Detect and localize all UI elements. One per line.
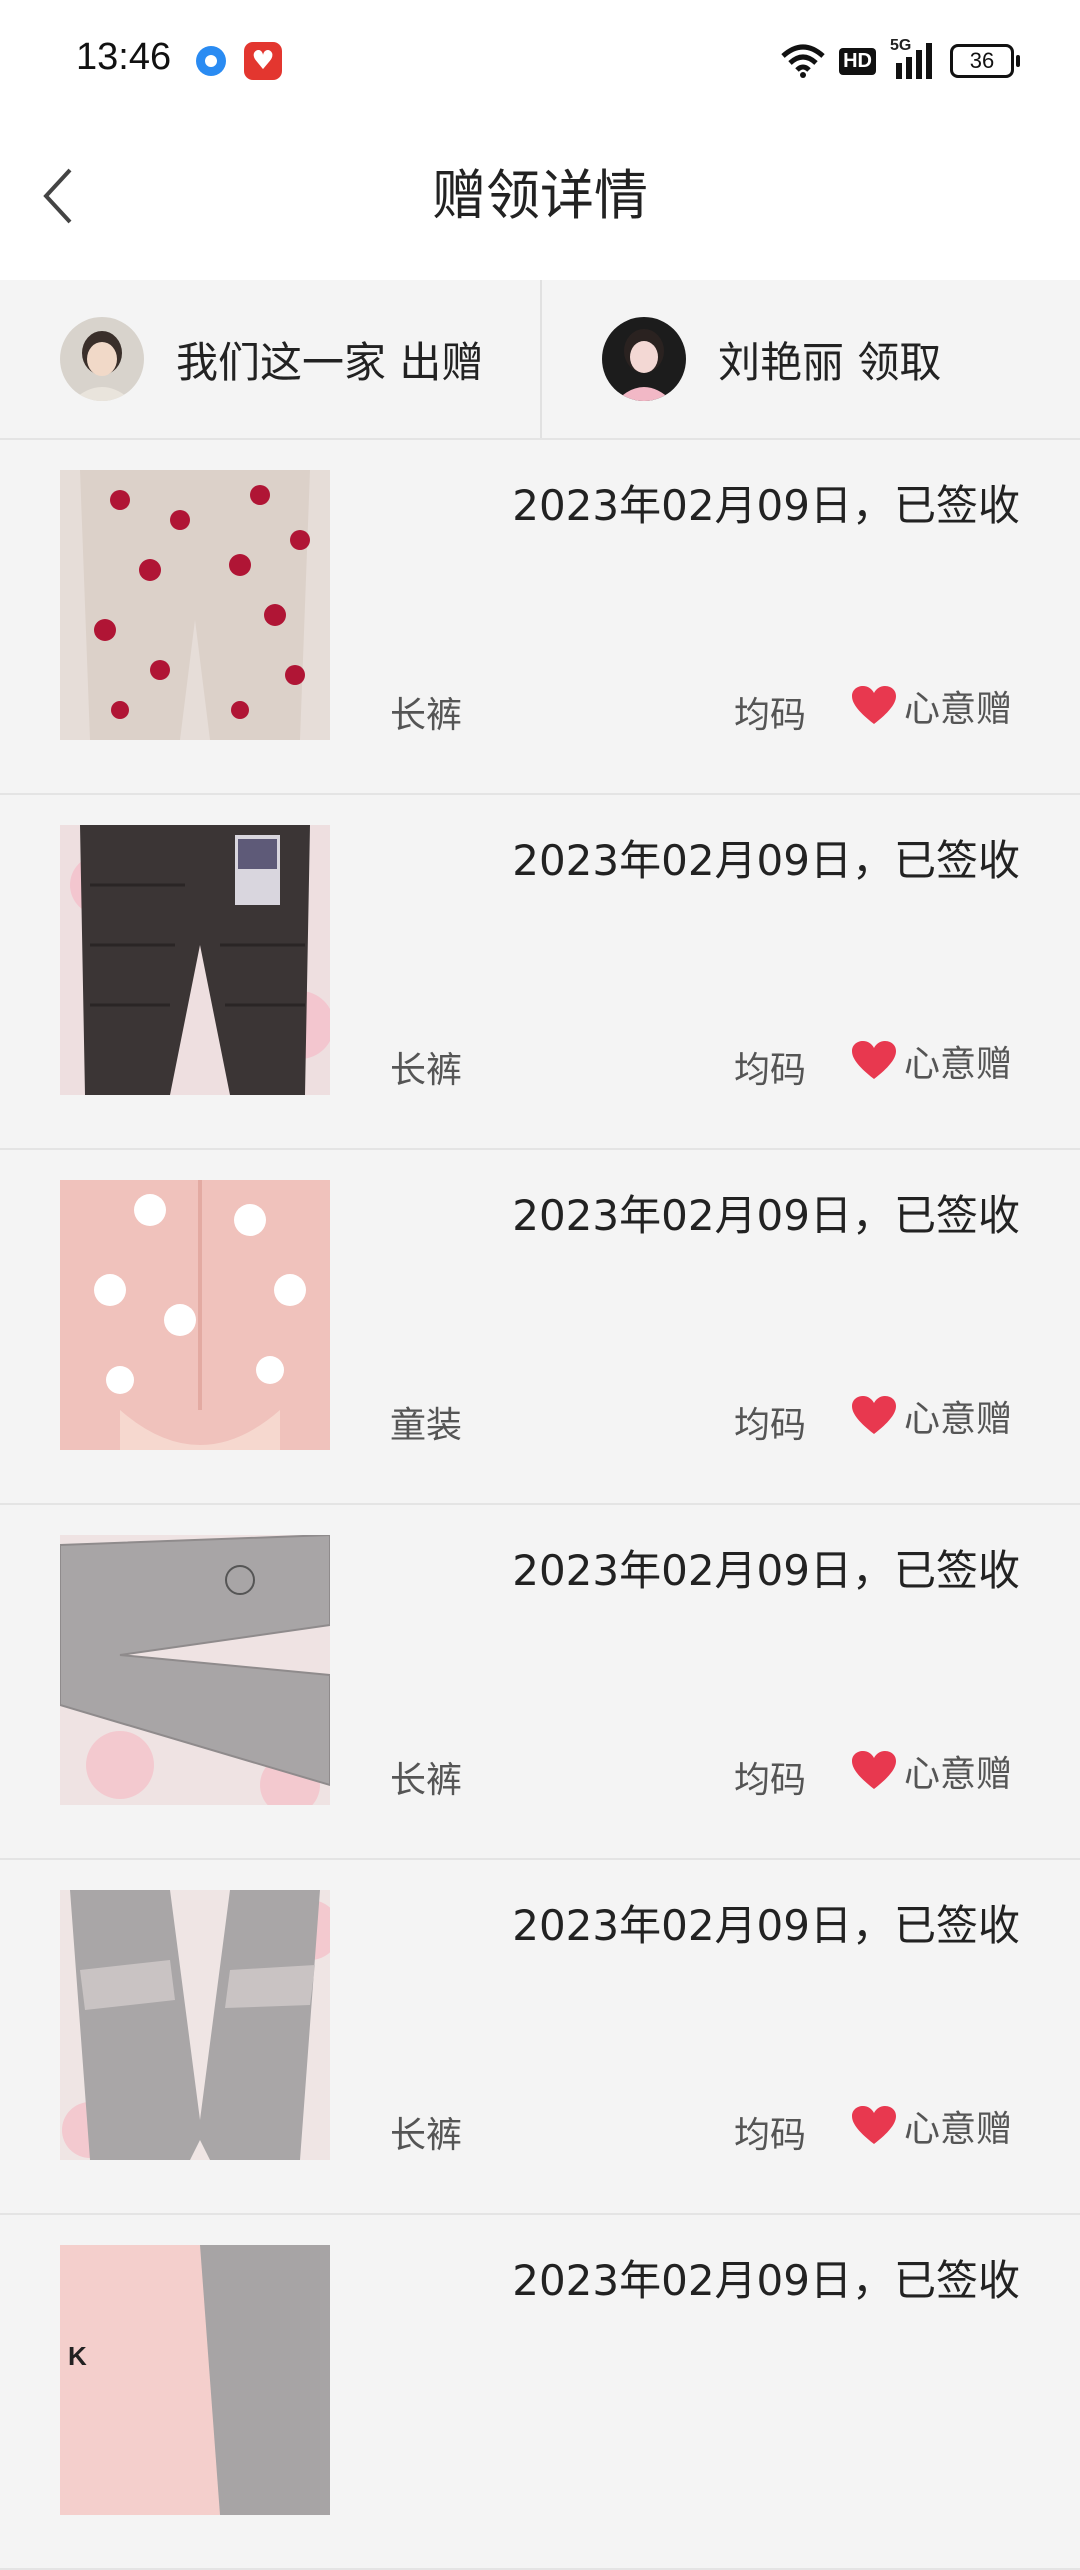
gift-image <box>60 1890 330 2160</box>
gift-size: 均码 <box>734 695 807 736</box>
heart-icon <box>852 1041 896 1079</box>
gift-size: 均码 <box>734 1050 807 1091</box>
heart-icon <box>852 1396 896 1434</box>
gift-type: 心意赠 <box>852 1745 1012 1797</box>
gift-type-label: 心意赠 <box>904 1044 1013 1085</box>
gift-date-status: 2023年02月09日，已签收 <box>512 481 1020 530</box>
gift-row[interactable]: 2023年02月09日，已签收 长裤 均码 心意赠 <box>0 1505 1080 1860</box>
giver-avatar <box>60 317 144 401</box>
users-bar: 我们这一家 出赠 刘艳丽 领取 <box>0 280 1080 440</box>
app-notification-heart-icon: ♥ <box>244 42 282 80</box>
giver-cell[interactable]: 我们这一家 出赠 <box>0 280 542 438</box>
gift-row[interactable]: 2023年02月09日，已签收 长裤 均码 心意赠 <box>0 795 1080 1150</box>
header: 赠领详情 <box>0 126 1080 280</box>
gift-row[interactable]: 2023年02月09日，已签收 长裤 均码 心意赠 <box>0 1860 1080 2215</box>
gift-list: 2023年02月09日，已签收 长裤 均码 心意赠 2023年02月09日，已签… <box>0 440 1080 2570</box>
giver-name: 我们这一家 出赠 <box>176 337 484 387</box>
gift-category: 长裤 <box>390 695 463 736</box>
status-time: 13:46 <box>76 36 172 78</box>
gift-type-label: 心意赠 <box>904 1399 1013 1440</box>
gift-image <box>60 1535 330 1805</box>
gift-image <box>60 825 330 1095</box>
gift-type-label: 心意赠 <box>904 2109 1013 2150</box>
gift-type-label: 心意赠 <box>904 689 1013 730</box>
gift-size: 均码 <box>734 1405 807 1446</box>
heart-icon <box>852 686 896 724</box>
gift-category: 长裤 <box>390 2115 463 2156</box>
gift-type: 心意赠 <box>852 1390 1012 1442</box>
gift-row[interactable]: 2023年02月09日，已签收 童装 均码 心意赠 <box>0 1150 1080 1505</box>
gift-size: 均码 <box>734 1760 807 1801</box>
gift-size: 均码 <box>734 2115 807 2156</box>
heart-icon <box>852 2106 896 2144</box>
gift-category: 长裤 <box>390 1760 463 1801</box>
gift-category: 长裤 <box>390 1050 463 1091</box>
gift-image <box>60 1180 330 1450</box>
gift-date-status: 2023年02月09日，已签收 <box>512 836 1020 885</box>
gift-type: 心意赠 <box>852 1035 1012 1087</box>
gift-type: 心意赠 <box>852 680 1012 732</box>
receiver-cell[interactable]: 刘艳丽 领取 <box>542 280 1080 438</box>
svg-text:K: K <box>68 2341 87 2371</box>
signal-icon: 5G <box>890 37 936 81</box>
gift-date-status: 2023年02月09日，已签收 <box>512 1191 1020 1240</box>
gift-category: 童装 <box>390 1405 463 1446</box>
gift-row[interactable]: K 2023年02月09日，已签收 <box>0 2215 1080 2570</box>
heart-icon <box>852 1751 896 1789</box>
wifi-icon <box>781 44 825 78</box>
hd-badge: HD <box>839 47 876 75</box>
gift-date-status: 2023年02月09日，已签收 <box>512 1546 1020 1595</box>
page-title: 赠领详情 <box>432 164 648 227</box>
app-notification-icon <box>196 46 226 76</box>
gift-image: K <box>60 2245 330 2515</box>
status-indicators: HD 5G 36 <box>781 37 1020 84</box>
gift-date-status: 2023年02月09日，已签收 <box>512 1901 1020 1950</box>
gift-type-label: 心意赠 <box>904 1754 1013 1795</box>
receiver-avatar <box>602 317 686 401</box>
gift-date-status: 2023年02月09日，已签收 <box>512 2256 1020 2305</box>
battery-icon: 36 <box>950 44 1020 78</box>
gift-type: 心意赠 <box>852 2100 1012 2152</box>
receiver-name: 刘艳丽 领取 <box>718 337 942 387</box>
gift-row[interactable]: 2023年02月09日，已签收 长裤 均码 心意赠 <box>0 440 1080 795</box>
status-bar: 13:46 ♥ HD 5G 36 <box>0 0 1080 126</box>
gift-image <box>60 470 330 740</box>
